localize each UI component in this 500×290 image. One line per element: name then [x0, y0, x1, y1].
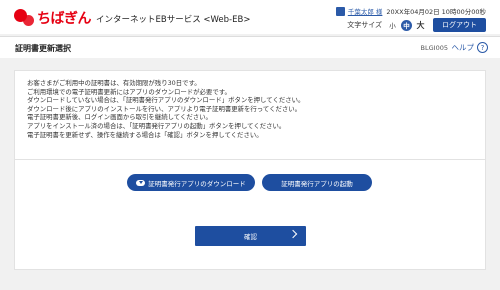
help-label: ヘルプ [451, 43, 475, 52]
header: ちばぎん インターネットEBサービス <Web-EB> 千葉太郎 様 20XX年… [0, 0, 500, 34]
message-line: ダウンロードしていない場合は、「証明書発行アプリのダウンロード」ボタンを押してく… [27, 96, 305, 105]
message-line: お客さまがご利用中の証明書は、有効期限が残り30日です。 [27, 79, 201, 87]
font-size-medium-button[interactable]: 中 [401, 19, 412, 31]
confirm-label: 確認 [244, 233, 257, 241]
download-app-button[interactable]: 証明書発行アプリのダウンロード [127, 174, 255, 191]
launch-app-button[interactable]: 証明書発行アプリの起動 [262, 174, 372, 191]
user-info: 千葉太郎 様 20XX年04月02日 10時00分00秒 [335, 6, 486, 16]
logo-mark-icon [14, 8, 34, 28]
screen-id: BLGI005 [420, 44, 448, 52]
font-size-small-button[interactable]: 小 [387, 20, 398, 31]
help-icon: ? [477, 42, 488, 53]
login-datetime: 20XX年04月02日 10時00分00秒 [386, 8, 486, 16]
message-line: アプリをインストール済の場合は、「証明書発行アプリの起動」ボタンを押してください… [27, 121, 286, 130]
logout-button[interactable]: ログアウト [433, 18, 486, 32]
confirm-button[interactable]: 確認 [195, 226, 306, 246]
font-size-large-button[interactable]: 大 [415, 20, 426, 31]
logo: ちばぎん インターネットEBサービス <Web-EB> [14, 8, 250, 28]
message-line: ご利用環境での電子証明書更新にはアプリのダウンロードが必要です。 [27, 87, 231, 96]
user-name-link[interactable]: 千葉太郎 様 [348, 6, 383, 16]
message-line: 電子証明書を更新せず、操作を継続する場合は「確認」ボタンを押してください。 [27, 130, 263, 139]
page-title: 証明書更新選択 [15, 44, 71, 53]
user-icon [335, 6, 345, 16]
service-name: インターネットEBサービス <Web-EB> [96, 15, 251, 25]
notice-message: お客さまがご利用中の証明書は、有効期限が残り30日です。 ご利用環境での電子証明… [27, 79, 304, 139]
chevron-right-icon [288, 229, 298, 239]
cloud-download-icon [136, 179, 146, 186]
launch-app-label: 証明書発行アプリの起動 [281, 179, 353, 188]
divider [15, 159, 485, 160]
header-controls: 文字サイズ 小 中 大 ログアウト [347, 18, 486, 32]
logo-text: ちばぎん [37, 11, 92, 27]
font-size-label: 文字サイズ [347, 21, 382, 29]
help-link[interactable]: ヘルプ ? [451, 42, 488, 53]
download-app-label: 証明書発行アプリのダウンロード [148, 179, 246, 188]
message-line: 電子証明書更新後、ログイン画面から取引を継続してください。 [27, 113, 212, 122]
main-card: お客さまがご利用中の証明書は、有効期限が残り30日です。 ご利用環境での電子証明… [14, 70, 486, 270]
title-bar: 証明書更新選択 BLGI005 ヘルプ ? [0, 36, 500, 58]
